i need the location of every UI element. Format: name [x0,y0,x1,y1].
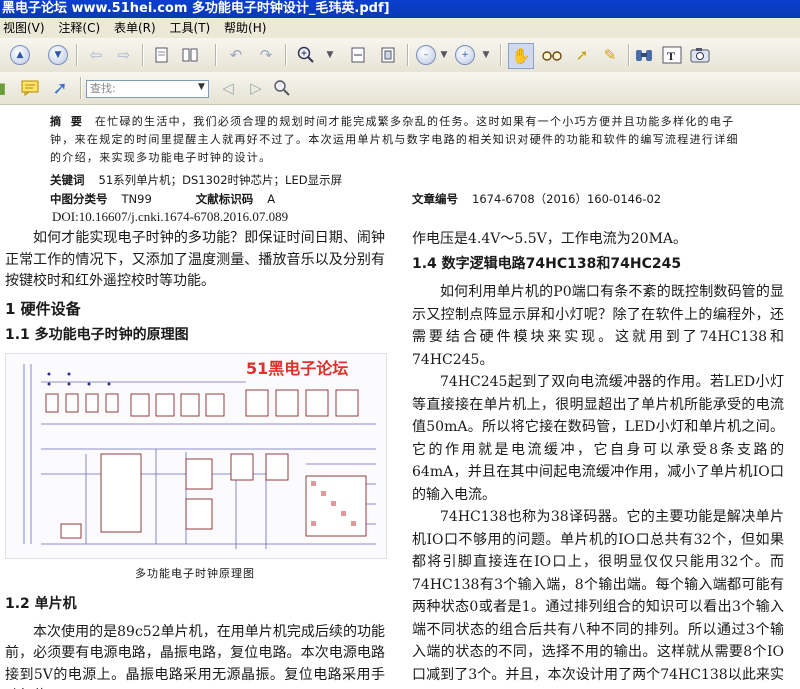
note-icon[interactable] [18,76,42,100]
back-arrow-icon[interactable]: ⇦ [84,43,108,67]
clc-label: 中图分类号 [50,192,108,206]
mcu-paragraph: 本次使用的是89c52单片机，在用单片机完成后续的功能前，必须要有电源电路，晶振… [5,623,385,689]
select-arrow-icon[interactable]: ➚ [570,43,594,67]
hc245-paragraph: 74HC245起到了双向电流缓冲器的作用。若LED小灯等直接接在单片机上，很明显… [412,374,784,503]
pdf-document-page: 摘 要在忙碌的生活中，我们必须合理的规划时间才能完成繁多杂乱的任务。这时如果有一… [0,105,800,689]
menu-bar: 视图(V) 注释(C) 表单(R) 工具(T) 帮助(H) [0,18,800,38]
article-number-label: 文章编号 [412,192,458,206]
clc-line: 中图分类号 TN99 文献标识码 A [50,191,275,207]
abstract-label: 摘 要 [50,115,85,128]
doc-code-label: 文献标识码 [195,192,254,206]
intro-paragraph: 如何才能实现电子时钟的多功能？即保证时间日期、闹钟正常工作的情况下，又添加了温度… [5,230,385,289]
binoculars-icon[interactable] [632,43,656,67]
right-column: 作电压是4.4V～5.5V，工作电流为20MA。 1.4 数字逻辑电路74HC1… [412,228,784,689]
left-column: 如何才能实现电子时钟的多功能？即保证时间日期、闹钟正常工作的情况下，又添加了温度… [5,228,387,689]
voltage-paragraph: 作电压是4.4V～5.5V，工作电流为20MA。 [412,231,688,247]
previous-page-button[interactable]: ▲ [8,43,32,67]
undo-icon[interactable]: ↶ [224,43,248,67]
abstract-block: 摘 要在忙碌的生活中，我们必须合理的规划时间才能完成繁多杂乱的任务。这时如果有一… [50,113,740,167]
highlighter-icon[interactable]: ✎ [598,43,622,67]
article-number-line: 文章编号 1674-6708（2016）160-0146-02 [412,191,661,207]
prev-search-icon[interactable]: ◁ [216,76,240,100]
heading-schematic: 1.1 多功能电子时钟的原理图 [5,327,189,343]
menu-view[interactable]: 视图(V) [0,18,50,38]
fit-width-icon[interactable] [346,43,370,67]
figure-caption: 多功能电子时钟原理图 [135,566,255,580]
page-view-icon[interactable] [150,43,174,67]
glasses-icon[interactable] [540,43,564,67]
menu-tools[interactable]: 工具(T) [165,18,216,38]
secondary-toolbar: ▮ ➚ 查找: ▼ ◁ ▷ [0,72,800,105]
zoom-in-icon[interactable] [294,43,318,67]
doc-code-value: A [267,192,276,206]
heading-hardware: 1 硬件设备 [5,299,81,318]
down-arrow-icon: ▼ [48,45,68,65]
find-icon[interactable] [270,76,294,100]
zoom-in-dropdown-icon[interactable]: ▼ [474,43,498,67]
p0-port-paragraph: 如何利用单片机的P0端口有条不紊的既控制数码管的显示又控制点阵显示屏和小灯呢？除… [412,284,784,368]
hc138-paragraph: 74HC138也称为38译码器。它的主要功能是解决单片机IO口不够用的问题。单片… [412,509,784,683]
text-select-icon[interactable]: T [660,43,684,67]
next-page-button[interactable]: ▼ [46,43,70,67]
keywords-text: 51系列单片机；DS1302时钟芯片；LED显示屏 [98,173,343,187]
menu-comments[interactable]: 注释(C) [53,18,105,38]
svg-text:T: T [667,49,675,63]
zoom-dropdown-icon[interactable]: ▼ [318,43,342,67]
fit-page-icon[interactable] [376,43,400,67]
clc-value: TN99 [121,192,152,206]
zoom-in-plus-icon: + [455,45,475,65]
redo-icon[interactable]: ↷ [254,43,278,67]
main-toolbar: ▲ ▼ ⇦ ⇨ ↶ ↷ ▼ – ▼ + ▼ ✋ ➚ ✎ T [0,38,800,75]
hand-tool-icon[interactable]: ✋ [508,43,534,69]
forum-watermark: 51黑电子论坛 [246,358,349,378]
heading-logic-circuits: 1.4 数字逻辑电路74HC138和74HC245 [412,255,682,272]
up-arrow-icon: ▲ [10,45,30,65]
schematic-figure: 51黑电子论坛 [5,352,387,559]
schematic-diagram [23,363,376,549]
search-dropdown-icon[interactable]: ▼ [198,82,205,92]
doi-line: DOI:10.16607/j.cnki.1674-6708.2016.07.08… [52,209,289,224]
window-title-bar: 黑电子论坛 www.51hei.com 多功能电子时钟设计_毛玮英.pdf] [0,0,800,18]
keywords-label: 关键词 [50,173,85,187]
next-search-icon[interactable]: ▷ [244,76,268,100]
bookmark-icon[interactable]: ▮ [0,76,14,100]
menu-help[interactable]: 帮助(H) [219,18,271,38]
keywords-line: 关键词 51系列单片机；DS1302时钟芯片；LED显示屏 [50,172,342,188]
abstract-text: 在忙碌的生活中，我们必须合理的规划时间才能完成繁多杂乱的任务。这时如果有一个小巧… [50,115,739,164]
forward-arrow-icon[interactable]: ⇨ [112,43,136,67]
heading-mcu: 1.2 单片机 [5,596,77,612]
arrow-annotation-icon[interactable]: ➚ [48,76,72,100]
page-layout-icon[interactable] [178,43,202,67]
window-title: 黑电子论坛 www.51hei.com 多功能电子时钟设计_毛玮英.pdf] [2,1,390,16]
search-input[interactable]: 查找: [86,80,209,98]
snapshot-icon[interactable] [688,43,712,67]
article-number-value: 1674-6708（2016）160-0146-02 [472,192,662,206]
menu-forms[interactable]: 表单(R) [109,18,161,38]
